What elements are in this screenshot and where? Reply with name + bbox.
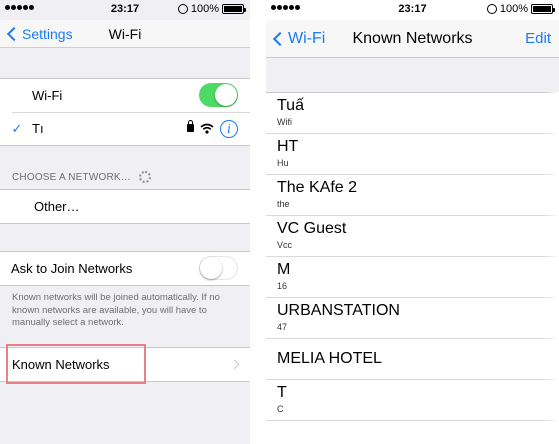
network-name: URBANSTATION	[277, 302, 400, 319]
known-networks-screen: 23:17 100% Wi-Fi Known Networks Edit Tuấ…	[266, 0, 559, 444]
info-icon[interactable]: i	[220, 120, 238, 138]
checkmark-icon: ✓	[11, 120, 23, 136]
section-spacer	[266, 58, 559, 92]
toggle-knob	[200, 257, 222, 279]
battery-icon	[222, 4, 246, 14]
navigation-bar: Wi-Fi Known Networks Edit	[266, 20, 559, 58]
network-subtitle: 47	[277, 322, 288, 332]
rotation-lock-icon	[177, 4, 188, 14]
status-right: 100%	[486, 3, 555, 15]
network-name: The KAfe 2	[277, 179, 358, 196]
list-item[interactable]: HT Hu	[266, 134, 559, 175]
battery-percent: 100%	[190, 3, 219, 15]
wifi-toggle-row: Wi-Fi	[0, 79, 250, 112]
network-name: Tuấ	[277, 97, 304, 114]
highlight-box	[6, 344, 146, 384]
loading-spinner-icon	[138, 171, 151, 183]
wifi-group: Wi-Fi ✓ Tı i	[0, 78, 250, 146]
list-item[interactable]: VC Guest Vcc	[266, 216, 559, 257]
other-network-label: Other…	[34, 199, 80, 214]
status-bar: 23:17 100%	[0, 0, 250, 20]
list-item[interactable]: The KAfe 2 the	[266, 175, 559, 216]
wifi-settings-screen: 23:17 100% Settings Wi-Fi Wi-Fi ✓ Tı i C…	[0, 0, 250, 444]
battery-percent: 100%	[499, 3, 528, 15]
network-name: MELIA HOTEL	[277, 350, 382, 367]
ask-to-join-footnote: Known networks will be joined automatica…	[12, 292, 220, 328]
navigation-bar: Settings Wi-Fi	[0, 20, 250, 48]
wifi-label: Wi-Fi	[32, 88, 63, 103]
list-item[interactable]: T C	[266, 380, 559, 421]
status-bar: 23:17 100%	[266, 0, 559, 20]
page-title: Wi-Fi	[108, 26, 142, 42]
ask-to-join-label: Ask to Join Networks	[11, 261, 133, 276]
network-name: HT	[277, 138, 299, 155]
chevron-right-icon	[229, 359, 240, 370]
network-name: VC Guest	[277, 220, 347, 237]
status-right: 100%	[177, 3, 246, 15]
connected-network-row[interactable]: ✓ Tı i	[0, 112, 250, 145]
ask-to-join-toggle[interactable]	[199, 256, 238, 280]
network-name: M	[277, 261, 291, 278]
network-subtitle: Vcc	[277, 240, 293, 250]
network-subtitle: the	[277, 199, 290, 209]
list-item[interactable]: M 16	[266, 257, 559, 298]
choose-network-header-text: CHOOSE A NETWORK…	[12, 171, 131, 183]
ask-to-join-group: Ask to Join Networks	[0, 251, 250, 286]
other-network-row[interactable]: Other…	[0, 190, 250, 223]
network-subtitle: 16	[277, 281, 288, 291]
rotation-lock-icon	[486, 4, 497, 14]
toggle-knob	[215, 84, 237, 106]
edge-fade	[543, 92, 559, 422]
battery-icon	[531, 4, 555, 14]
network-subtitle: C	[277, 404, 284, 414]
network-subtitle: Hu	[277, 158, 289, 168]
page-title: Known Networks	[352, 30, 473, 47]
wifi-toggle[interactable]	[199, 83, 238, 107]
network-subtitle: Wifi	[277, 117, 292, 127]
choose-network-header: CHOOSE A NETWORK…	[12, 171, 151, 183]
other-network-group: Other…	[0, 189, 250, 224]
list-item[interactable]: URBANSTATION 47	[266, 298, 559, 339]
known-networks-list: Tuấ Wifi HT Hu The KAfe 2 the VC Guest V…	[266, 92, 559, 421]
lock-icon	[187, 120, 194, 132]
wifi-signal-icon	[200, 123, 214, 134]
list-item[interactable]: MELIA HOTEL	[266, 339, 559, 380]
edit-button[interactable]: Edit	[525, 30, 551, 47]
ask-to-join-row: Ask to Join Networks	[0, 252, 250, 285]
list-item[interactable]: Tuấ Wifi	[266, 93, 559, 134]
connected-network-name: Tı	[32, 121, 44, 136]
network-name: T	[277, 384, 287, 401]
